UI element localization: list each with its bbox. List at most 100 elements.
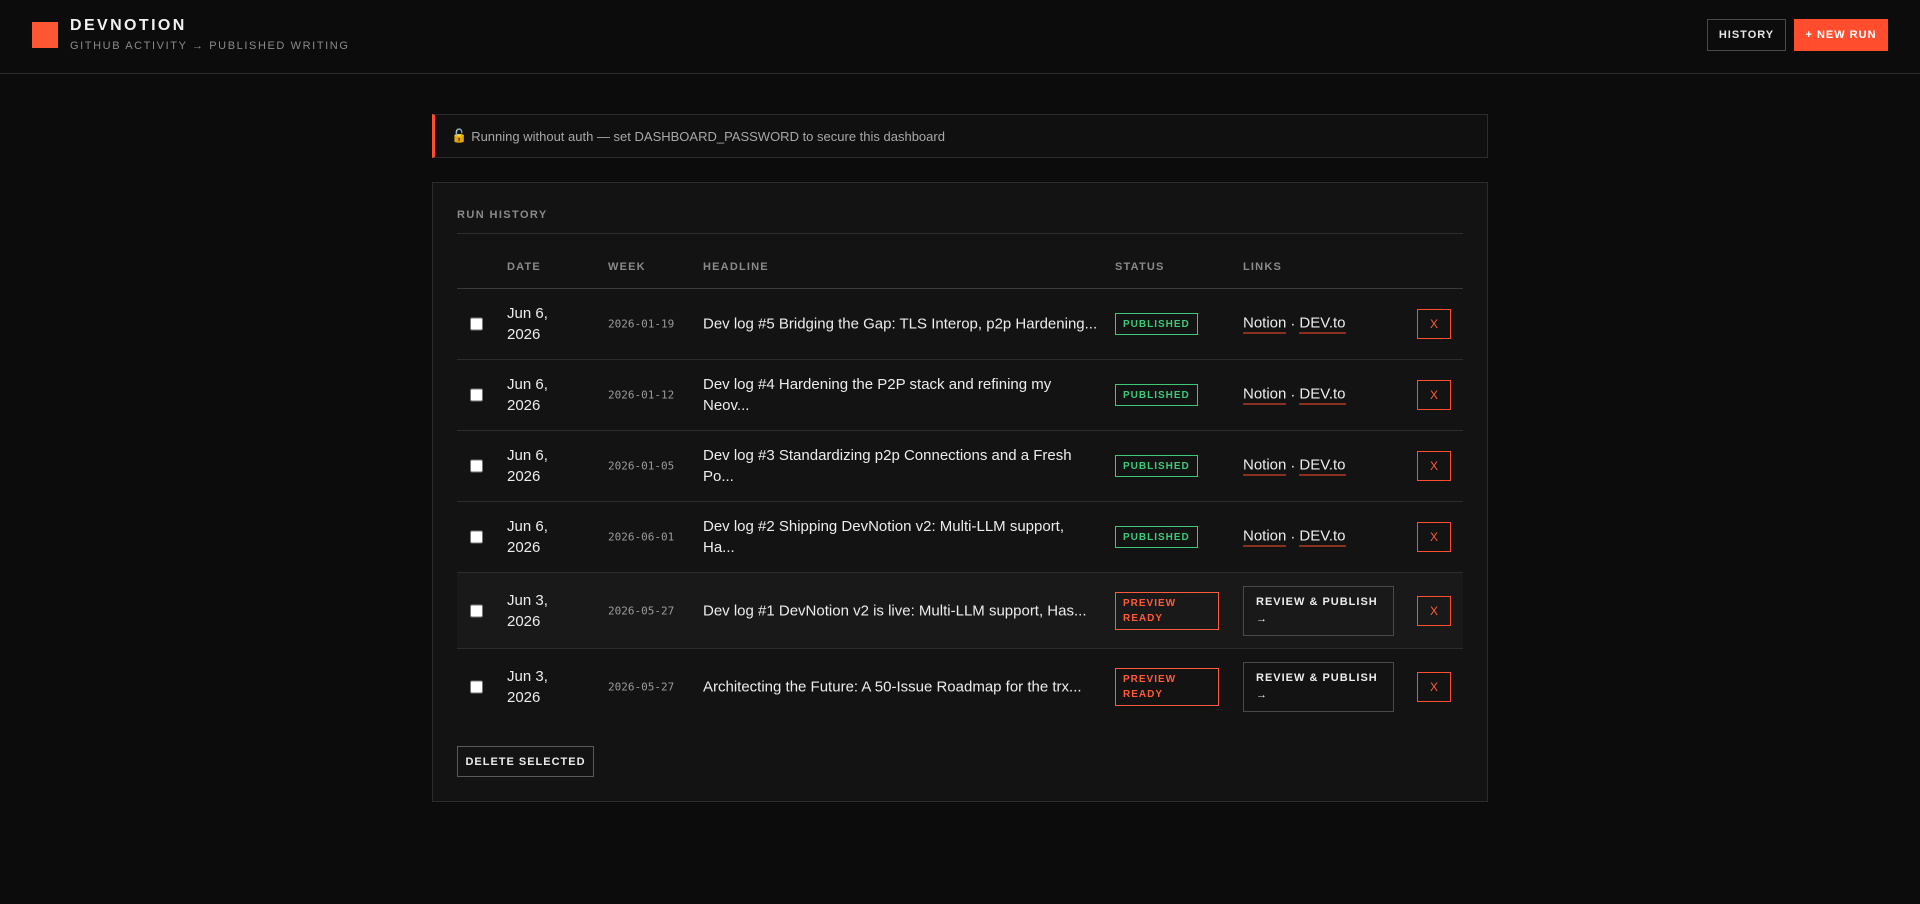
- notion-link[interactable]: Notion: [1243, 386, 1287, 405]
- table-row: Jun 3, 2026 2026-05-27 Dev log #1 DevNot…: [457, 573, 1463, 649]
- table-row: Jun 6, 2026 2026-01-19 Dev log #5 Bridgi…: [457, 289, 1463, 360]
- run-headline: Dev log #4 Hardening the P2P stack and r…: [703, 376, 1052, 414]
- status-line: READY: [1123, 689, 1164, 700]
- column-header-headline: HEADLINE: [703, 261, 769, 273]
- column-header-week: WEEK: [608, 261, 646, 273]
- app-subtitle: GITHUB ACTIVITY → PUBLISHED WRITING: [70, 40, 350, 52]
- run-date-day: Jun 3,: [507, 591, 548, 609]
- run-week: 2026-01-19: [608, 317, 675, 331]
- delete-row-button[interactable]: X: [1417, 380, 1451, 410]
- row-select-checkbox[interactable]: [470, 459, 483, 473]
- post-links: Notion · DEV.to: [1243, 457, 1346, 476]
- status-badge-published: PUBLISHED: [1115, 384, 1198, 406]
- run-headline: Dev log #2 Shipping DevNotion v2: Multi-…: [703, 518, 1065, 556]
- status-badge-published: PUBLISHED: [1115, 455, 1198, 477]
- link-separator: ·: [1290, 315, 1296, 333]
- run-date: Jun 6, 2026: [507, 303, 597, 345]
- link-separator: ·: [1290, 457, 1296, 475]
- column-header-date: DATE: [507, 261, 541, 273]
- table-row: Jun 6, 2026 2026-01-12 Dev log #4 Harden…: [457, 360, 1463, 431]
- notion-link[interactable]: Notion: [1243, 528, 1287, 547]
- history-button[interactable]: HISTORY: [1707, 19, 1786, 51]
- column-header-links: LINKS: [1243, 261, 1282, 273]
- arrow-right-icon: →: [1256, 612, 1268, 625]
- delete-row-button[interactable]: X: [1417, 595, 1451, 626]
- status-badge-preview-ready: PREVIEW READY: [1115, 668, 1219, 706]
- delete-row-button[interactable]: X: [1417, 672, 1451, 702]
- row-select-checkbox[interactable]: [470, 388, 483, 402]
- row-select-checkbox[interactable]: [470, 680, 483, 694]
- status-badge-published: PUBLISHED: [1115, 313, 1198, 335]
- brand-logo: [32, 22, 58, 48]
- review-publish-label: REVIEW & PUBLISH: [1256, 672, 1378, 684]
- devto-link[interactable]: DEV.to: [1299, 386, 1346, 405]
- run-headline: Dev log #3 Standardizing p2p Connections…: [703, 447, 1072, 485]
- notion-link[interactable]: Notion: [1243, 457, 1287, 476]
- link-separator: ·: [1290, 386, 1296, 404]
- run-date-year: 2026: [507, 397, 541, 414]
- delete-row-button[interactable]: X: [1417, 522, 1451, 552]
- table-row: Jun 3, 2026 2026-05-27 Architecting the …: [457, 649, 1463, 725]
- row-select-checkbox[interactable]: [470, 604, 483, 617]
- run-week: 2026-01-05: [608, 459, 675, 473]
- run-date-year: 2026: [507, 689, 541, 706]
- run-week: 2026-06-01: [608, 530, 675, 544]
- top-bar: DEVNOTION GITHUB ACTIVITY → PUBLISHED WR…: [0, 0, 1920, 74]
- arrow-right-icon: →: [1256, 689, 1268, 701]
- run-headline: Architecting the Future: A 50-Issue Road…: [703, 678, 1082, 696]
- status-badge-preview-ready: PREVIEW READY: [1115, 591, 1219, 630]
- table-row: Jun 6, 2026 2026-06-01 Dev log #2 Shippi…: [457, 502, 1463, 573]
- review-publish-button[interactable]: REVIEW & PUBLISH →: [1243, 585, 1394, 636]
- delete-selected-button[interactable]: DELETE SELECTED: [457, 746, 594, 777]
- status-line: READY: [1123, 612, 1164, 624]
- status-badge-published: PUBLISHED: [1115, 526, 1198, 548]
- run-week: 2026-05-27: [608, 604, 675, 617]
- run-date: Jun 6, 2026: [507, 374, 597, 416]
- run-headline: Dev log #5 Bridging the Gap: TLS Interop…: [703, 315, 1098, 333]
- column-header-status: STATUS: [1115, 261, 1165, 273]
- run-date: Jun 6, 2026: [507, 445, 597, 487]
- devto-link[interactable]: DEV.to: [1299, 315, 1346, 334]
- run-date-year: 2026: [507, 539, 541, 556]
- row-select-checkbox[interactable]: [470, 530, 483, 544]
- status-line: PREVIEW: [1123, 597, 1177, 609]
- review-publish-button[interactable]: REVIEW & PUBLISH →: [1243, 662, 1394, 712]
- run-date-day: Jun 6,: [507, 447, 548, 464]
- run-date-year: 2026: [507, 468, 541, 485]
- post-links: Notion · DEV.to: [1243, 528, 1346, 547]
- notion-link[interactable]: Notion: [1243, 315, 1287, 334]
- run-week: 2026-01-12: [608, 388, 675, 402]
- devto-link[interactable]: DEV.to: [1299, 457, 1346, 476]
- link-separator: ·: [1290, 528, 1296, 546]
- run-date: Jun 6, 2026: [507, 516, 597, 558]
- run-date-day: Jun 3,: [507, 668, 548, 685]
- delete-row-button[interactable]: X: [1417, 451, 1451, 481]
- post-links: Notion · DEV.to: [1243, 315, 1346, 334]
- run-headline: Dev log #1 DevNotion v2 is live: Multi-L…: [703, 602, 1087, 619]
- status-line: PREVIEW: [1123, 674, 1177, 685]
- section-title: RUN HISTORY: [457, 209, 548, 221]
- auth-warning-text: Running without auth — set DASHBOARD_PAS…: [471, 128, 945, 144]
- auth-warning-banner: 🔓 Running without auth — set DASHBOARD_P…: [432, 114, 1488, 158]
- table-body: Jun 6, 2026 2026-01-19 Dev log #5 Bridgi…: [457, 289, 1463, 725]
- table-row: Jun 6, 2026 2026-01-05 Dev log #3 Standa…: [457, 431, 1463, 502]
- devto-link[interactable]: DEV.to: [1299, 528, 1346, 547]
- run-date-year: 2026: [507, 326, 541, 343]
- review-publish-label: REVIEW & PUBLISH: [1256, 595, 1378, 608]
- run-date-year: 2026: [507, 612, 541, 630]
- app-title: DEVNOTION: [70, 17, 187, 34]
- row-select-checkbox[interactable]: [470, 317, 483, 331]
- unlock-icon: 🔓: [451, 128, 468, 143]
- run-date-day: Jun 6,: [507, 376, 548, 393]
- delete-row-button[interactable]: X: [1417, 309, 1451, 339]
- run-date: Jun 3, 2026: [507, 590, 597, 632]
- run-date-day: Jun 6,: [507, 305, 548, 322]
- run-date: Jun 3, 2026: [507, 666, 597, 708]
- divider: [457, 233, 1463, 234]
- run-date-day: Jun 6,: [507, 518, 548, 535]
- new-run-button[interactable]: + NEW RUN: [1794, 19, 1888, 51]
- post-links: Notion · DEV.to: [1243, 386, 1346, 405]
- run-week: 2026-05-27: [608, 680, 675, 694]
- run-history-card: RUN HISTORY DATE WEEK HEADLINE STATUS LI…: [432, 182, 1488, 802]
- table-header: DATE WEEK HEADLINE STATUS LINKS: [457, 261, 1463, 289]
